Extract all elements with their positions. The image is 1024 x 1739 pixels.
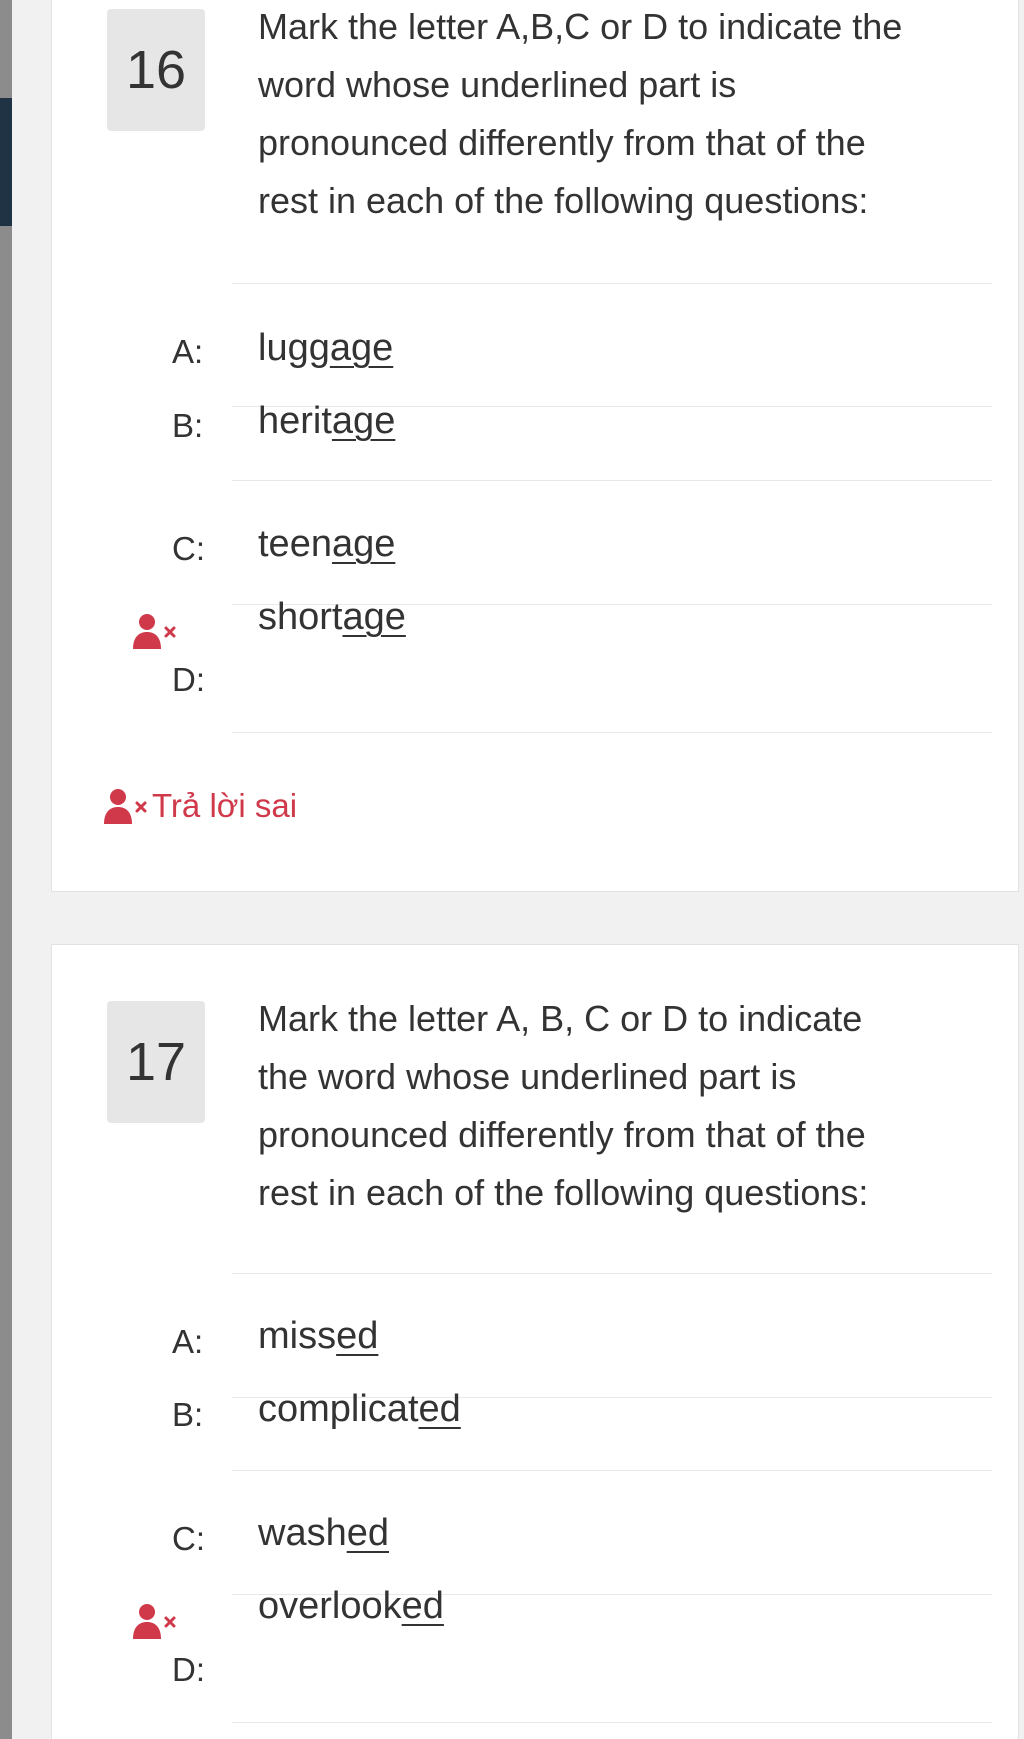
- question-number: 17: [107, 1001, 205, 1123]
- question-card-16: 16 Mark the letter A,B,C or D to indicat…: [51, 0, 1019, 892]
- option-letter-d: D:: [172, 1651, 205, 1688]
- option-underlined-part: age: [331, 523, 396, 565]
- option-letter-a: A:: [172, 1323, 204, 1360]
- prompt-line: Mark the letter A, B, C or D to indicate: [258, 998, 863, 1039]
- left-edge-bar: [0, 0, 12, 1739]
- divider: [232, 1722, 992, 1723]
- question-card-17: 17 Mark the letter A, B, C or D to indic…: [51, 944, 1019, 1739]
- option-word-prefix: herit: [258, 400, 332, 442]
- option-word-prefix: complicat: [258, 1388, 419, 1430]
- option-c[interactable]: washed: [258, 1512, 389, 1555]
- divider: [232, 1273, 992, 1274]
- option-c[interactable]: teenage: [258, 523, 395, 566]
- option-underlined-part: ed: [336, 1315, 379, 1357]
- prompt-line: pronounced differently from that of the: [258, 1114, 866, 1155]
- divider: [232, 283, 992, 284]
- option-a[interactable]: missed: [258, 1315, 378, 1358]
- prompt-line: rest in each of the following questions:: [258, 180, 869, 221]
- option-word-prefix: teen: [258, 523, 332, 565]
- option-d[interactable]: overlooked: [258, 1585, 444, 1628]
- option-letter-c: C:: [172, 1520, 205, 1557]
- option-word-prefix: overlook: [258, 1585, 402, 1627]
- quiz-results-page: 16 Mark the letter A,B,C or D to indicat…: [0, 0, 1024, 1739]
- option-b[interactable]: complicated: [258, 1388, 461, 1431]
- user-times-icon: [133, 1604, 176, 1639]
- option-underlined-part: ed: [346, 1512, 389, 1554]
- prompt-line: Mark the letter A,B,C or D to indicate t…: [258, 6, 903, 47]
- divider: [232, 1470, 992, 1471]
- option-underlined-part: ed: [401, 1585, 444, 1627]
- prompt-line: rest in each of the following questions:: [258, 1172, 869, 1213]
- option-a[interactable]: luggage: [258, 327, 393, 370]
- divider: [232, 732, 992, 733]
- option-d[interactable]: shortage: [258, 596, 406, 639]
- option-word-prefix: miss: [258, 1315, 337, 1357]
- question-number: 16: [107, 9, 205, 131]
- option-letter-c: C:: [172, 530, 205, 567]
- option-letter-b: B:: [172, 407, 204, 444]
- divider: [232, 480, 992, 481]
- option-word-prefix: lugg: [258, 327, 330, 369]
- user-times-icon: [133, 614, 176, 649]
- user-times-icon: [104, 789, 147, 824]
- prompt-line: pronounced differently from that of the: [258, 122, 866, 163]
- option-word-prefix: wash: [258, 1512, 347, 1554]
- option-underlined-part: age: [342, 596, 406, 638]
- option-letter-a: A:: [172, 333, 204, 370]
- prompt-line: word whose underlined part is: [258, 64, 737, 105]
- question-prompt: Mark the letter A,B,C or D to indicate t…: [258, 0, 978, 230]
- option-letter-d: D:: [172, 661, 205, 698]
- option-underlined-part: ed: [418, 1388, 461, 1430]
- answer-feedback: Trả lời sai: [102, 786, 297, 826]
- left-edge-accent: [0, 98, 12, 226]
- prompt-line: the word whose underlined part is: [258, 1056, 797, 1097]
- option-word-prefix: short: [258, 596, 343, 638]
- feedback-text: Trả lời sai: [152, 787, 298, 824]
- option-b[interactable]: heritage: [258, 400, 395, 443]
- option-letter-b: B:: [172, 1396, 204, 1433]
- option-underlined-part: age: [329, 327, 394, 369]
- question-prompt: Mark the letter A, B, C or D to indicate…: [258, 990, 978, 1222]
- option-underlined-part: age: [331, 400, 396, 442]
